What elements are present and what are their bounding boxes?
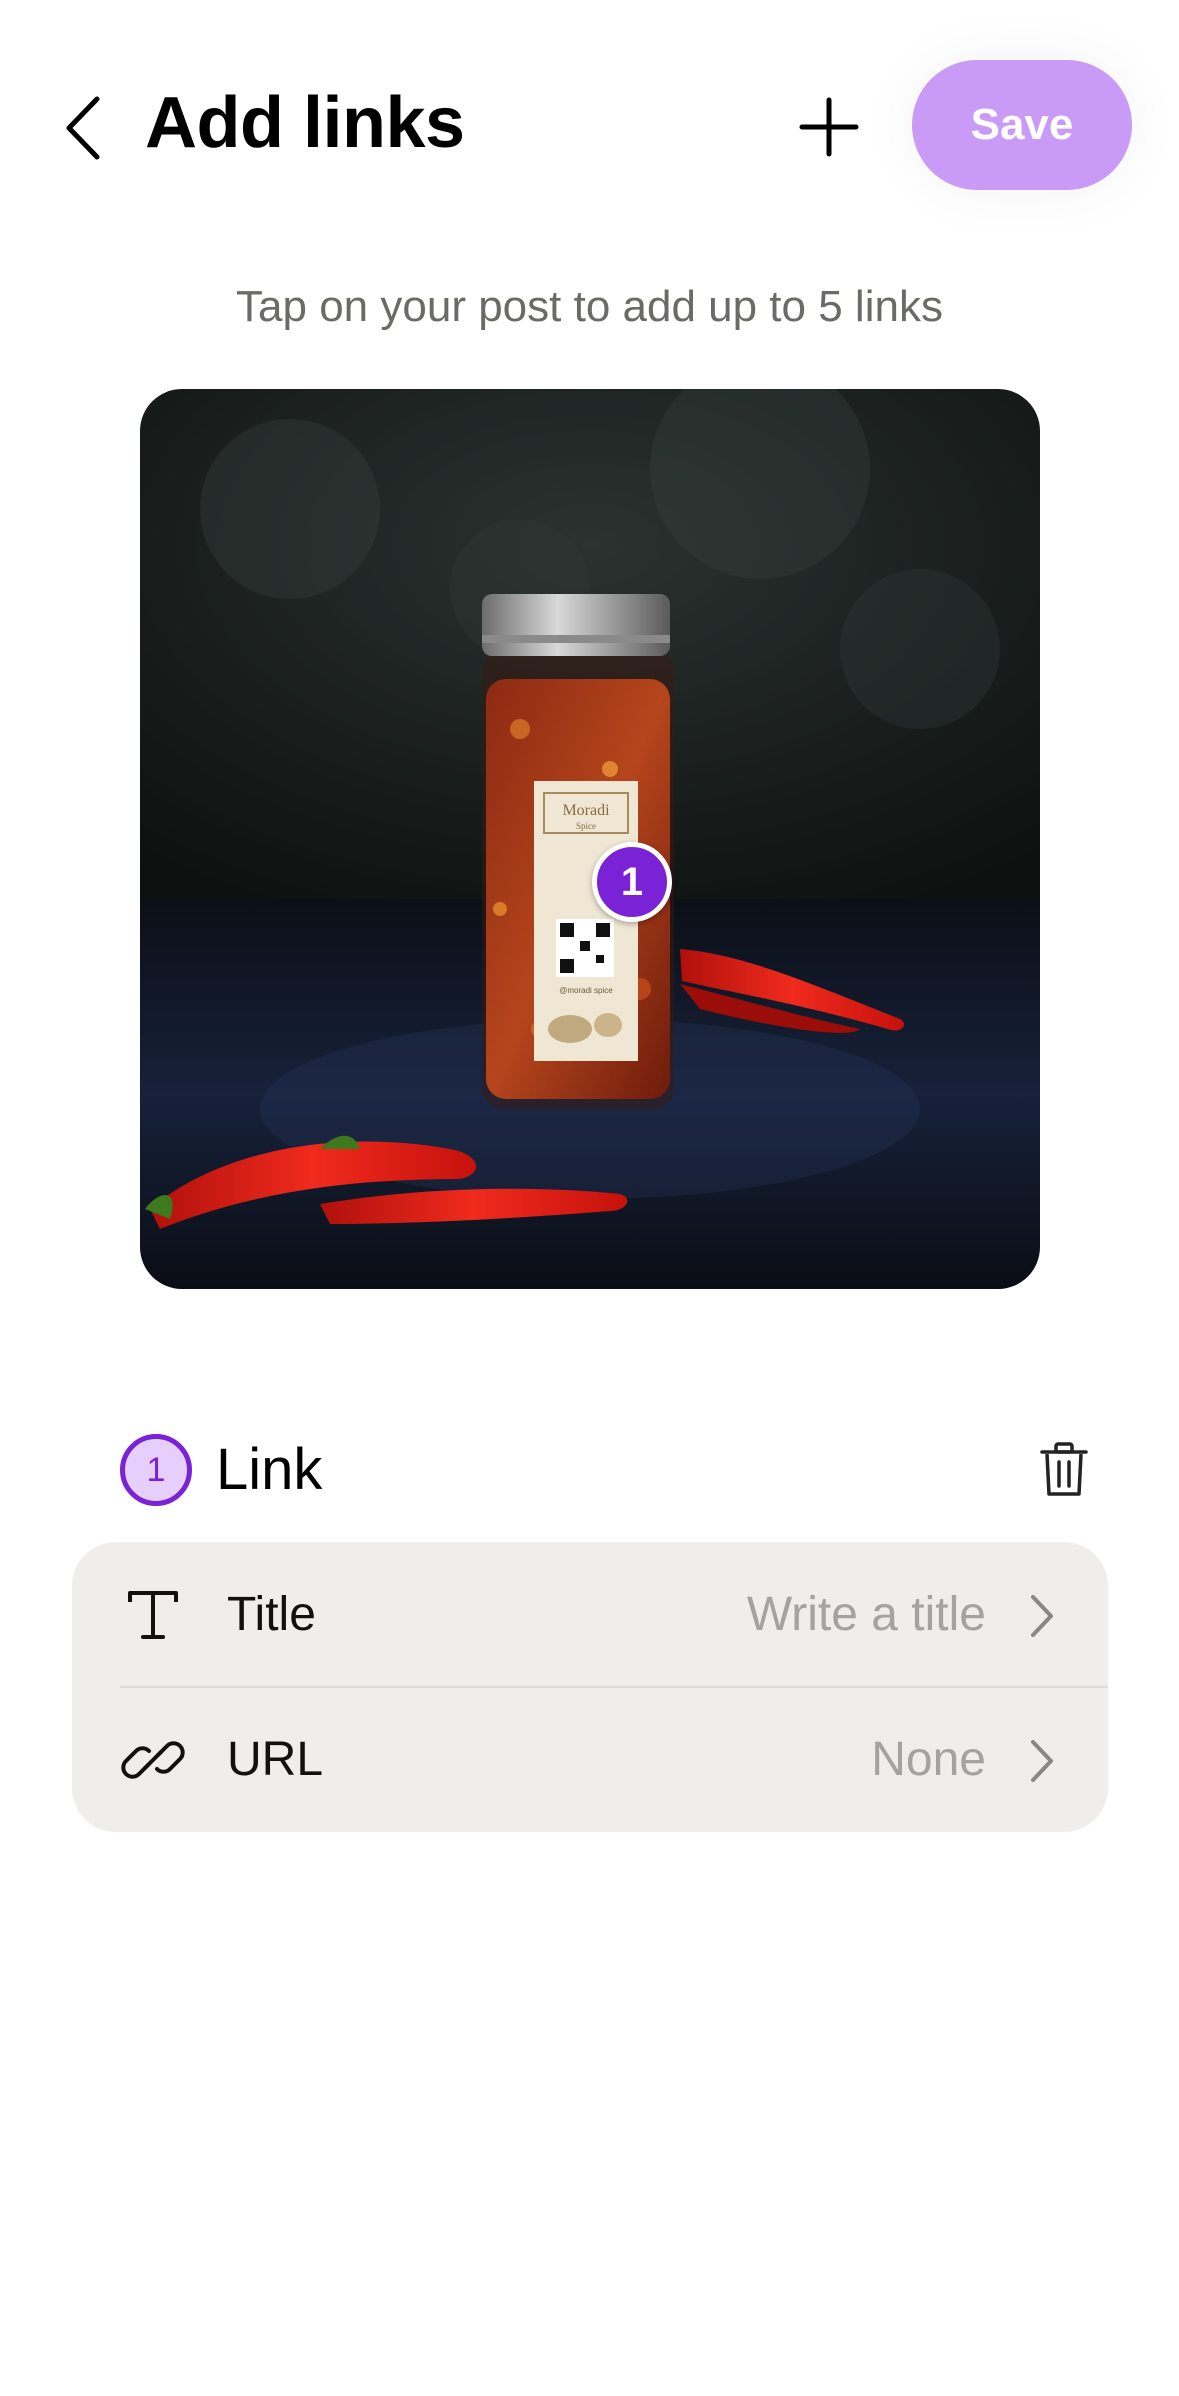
label-handle-text: @moradi spice — [559, 986, 613, 995]
title-row[interactable]: Title Write a title — [72, 1542, 1108, 1688]
spice-jar-photo: Moradi Spice @moradi spice — [140, 389, 1040, 1289]
trash-icon — [1040, 1442, 1088, 1496]
url-value: None — [871, 1733, 986, 1786]
chevron-right-icon — [1022, 1733, 1062, 1789]
link-marker-1[interactable]: 1 — [592, 842, 672, 922]
link-details-card: Title Write a title URL None — [72, 1542, 1108, 1832]
page-title: Add links — [145, 83, 465, 163]
post-image[interactable]: Moradi Spice @moradi spice — [140, 389, 1040, 1289]
link-header: 1 Link — [118, 1430, 1088, 1510]
header: Add links Save — [0, 0, 1179, 250]
save-button[interactable]: Save — [912, 60, 1132, 190]
plus-icon — [799, 97, 859, 157]
delete-link-button[interactable] — [1026, 1430, 1102, 1510]
url-row[interactable]: URL None — [72, 1687, 1108, 1832]
back-button[interactable] — [58, 88, 108, 168]
link-label: Link — [216, 1437, 323, 1502]
url-label: URL — [227, 1733, 324, 1786]
chevron-left-icon — [66, 96, 100, 160]
title-label: Title — [227, 1588, 316, 1641]
hint-text: Tap on your post to add up to 5 links — [236, 282, 943, 331]
link-icon — [120, 1727, 186, 1793]
chevron-right-icon — [1022, 1588, 1062, 1644]
label-sub-text: Spice — [576, 821, 596, 831]
label-brand-text: Moradi — [562, 802, 610, 819]
title-value: Write a title — [746, 1588, 986, 1641]
add-link-button[interactable] — [792, 90, 866, 164]
link-number-badge: 1 — [120, 1434, 192, 1506]
text-icon — [120, 1582, 186, 1648]
